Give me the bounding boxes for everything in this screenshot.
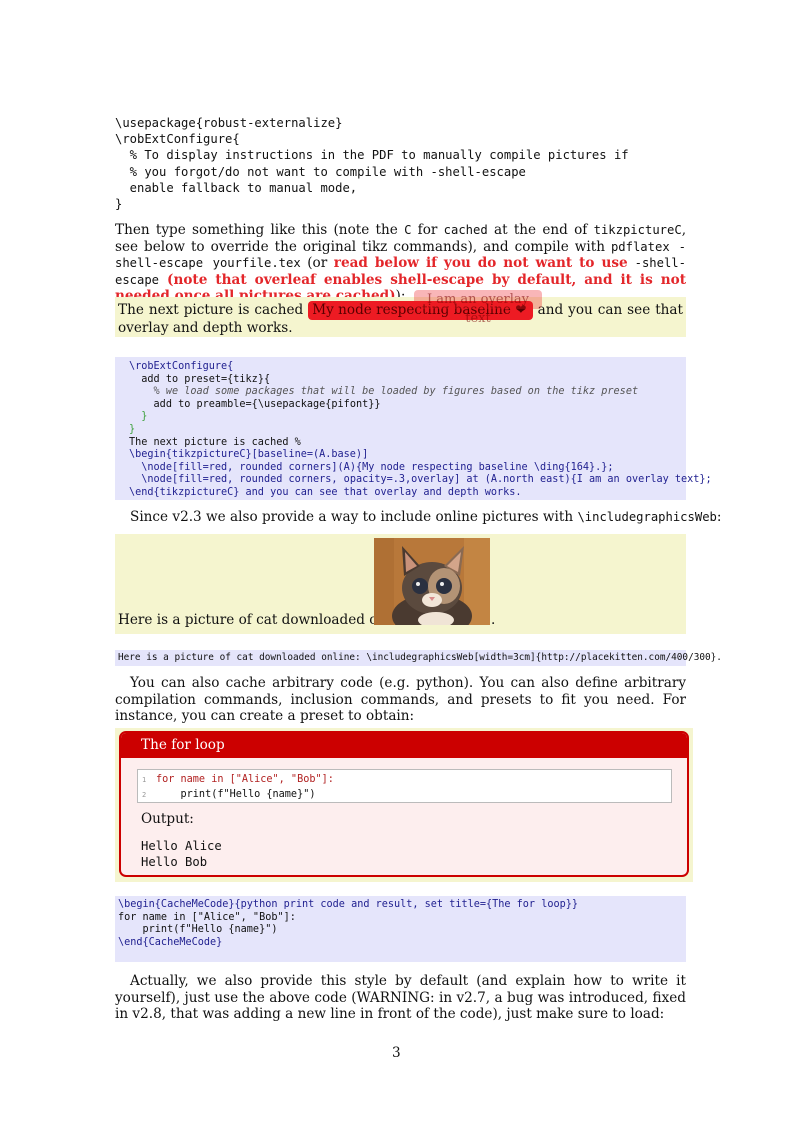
code-line: \node[fill=red, rounded corners, opacity…	[141, 474, 712, 486]
code-comment: % we load some packages that will be loa…	[153, 386, 639, 398]
output-label: Output:	[141, 811, 194, 827]
code-line: \usepackage{robust-externalize}	[115, 116, 343, 130]
text: Since v2.3 we also provide a way to incl…	[130, 509, 578, 525]
code-line: add to preamble={\usepackage{pifont}}	[153, 398, 381, 410]
code-line: add to preset={tikz}{	[141, 373, 271, 385]
code-line: }	[129, 423, 136, 435]
code-line: print(f"Hello {name}")	[156, 788, 316, 800]
code-block-tikz: \robExtConfigure{ add to preset={tikz}{ …	[115, 357, 712, 500]
overlay-node: I am an overlay text	[414, 290, 542, 326]
code-line: for name in ["Alice", "Bob"]:	[156, 774, 334, 785]
warning-text: read below if you do not want to use	[333, 255, 635, 272]
text: at the end of	[487, 222, 594, 238]
cat-photo	[374, 538, 490, 625]
code-line: print(f"Hello {name}")	[118, 924, 278, 936]
demo-output-text: The next picture is cached My node respe…	[118, 301, 683, 337]
code-line: for name in ["Alice", "Bob"]:	[118, 911, 296, 923]
paragraph-compile-instructions: Then type something like this (note the …	[115, 222, 686, 305]
line-number: 1	[142, 776, 147, 784]
code-line: \node[fill=red, rounded corners](A){My n…	[141, 461, 614, 473]
code-line: \begin{tikzpictureC}[baseline=(A.base)]	[129, 449, 369, 461]
python-code-listing: 1 for name in ["Alice", "Bob"]: 2 print(f…	[137, 769, 672, 803]
code-line: \end{CacheMeCode}	[118, 936, 223, 948]
text: Then type something like this (note the	[115, 222, 405, 238]
code-line: \end{tikzpictureC} and you can see that …	[129, 486, 522, 498]
code-block-preamble: \usepackage{robust-externalize} \robExtC…	[115, 115, 629, 212]
output-line: Hello Alice	[141, 839, 222, 853]
cat-illustration	[374, 538, 490, 625]
paragraph-default-style: Actually, we also provide this style by …	[115, 973, 686, 1023]
code-line: enable fallback to manual mode,	[115, 180, 358, 195]
code-line: \begin{CacheMeCode}{python print code an…	[118, 899, 579, 910]
code-block-cachemecode: \begin{CacheMeCode}{python print code an…	[115, 896, 686, 962]
code-line: }	[115, 197, 123, 212]
tcolorbox: The for loop 1 for name in ["Alice", "Bob…	[119, 731, 689, 877]
text: :	[716, 509, 722, 525]
text: Actually, we also provide this style by …	[115, 973, 686, 1023]
text: for	[411, 222, 444, 238]
inline-code: \includegraphicsWeb	[577, 510, 717, 524]
code-line: \robExtConfigure{	[115, 132, 240, 147]
code-block-includegraphicsweb: Here is a picture of cat downloaded onli…	[115, 650, 722, 666]
code-line: % you forgot/do not want to compile with…	[115, 164, 526, 179]
inline-code: cached	[443, 223, 488, 237]
code-line: % To display instructions in the PDF to …	[115, 148, 629, 163]
tcolorbox-title: The for loop	[121, 733, 687, 758]
text: (or	[300, 255, 334, 272]
cat-caption: Here is a picture of cat downloaded onli…	[118, 612, 417, 628]
inline-code: tikzpictureC	[593, 223, 682, 237]
output-line: Hello Bob	[141, 855, 208, 869]
output-result: Hello Alice Hello Bob	[141, 838, 222, 870]
code-line: }	[141, 411, 148, 423]
cat-caption-period: .	[491, 612, 496, 628]
page-number: 3	[392, 1045, 401, 1061]
code-line: The next picture is cached %	[129, 436, 301, 448]
text: You can also cache arbitrary code (e.g. …	[115, 675, 686, 725]
paragraph-arbitrary-code: You can also cache arbitrary code (e.g. …	[115, 675, 686, 725]
code-line: \robExtConfigure{	[129, 361, 234, 372]
code-line: Here is a picture of cat downloaded onli…	[118, 652, 722, 663]
paragraph-includegraphicsweb: Since v2.3 we also provide a way to incl…	[130, 509, 721, 526]
text: The next picture is cached	[118, 302, 309, 318]
line-number: 2	[142, 790, 147, 799]
